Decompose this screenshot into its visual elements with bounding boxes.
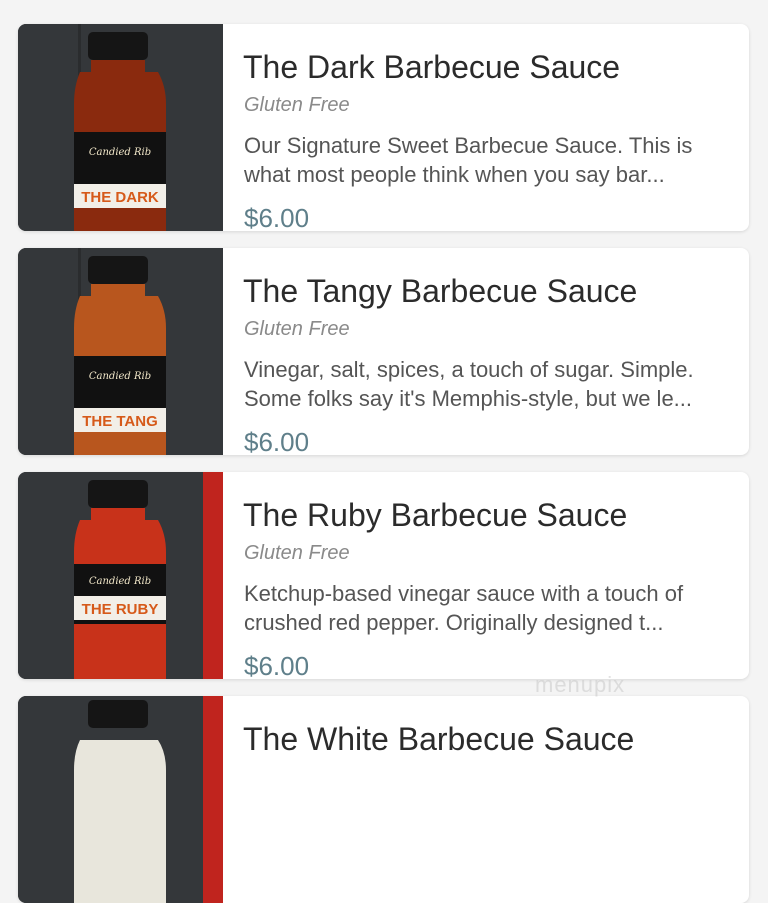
item-price: $6.00 bbox=[244, 427, 310, 455]
item-price: $6.00 bbox=[244, 651, 310, 679]
product-image: Candied Rib THE DARK bbox=[18, 24, 223, 231]
product-image: Candied Rib THE TANG bbox=[18, 248, 223, 455]
dietary-tag: Gluten Free bbox=[244, 318, 350, 340]
label-text: THE TANG bbox=[82, 413, 158, 430]
product-image bbox=[18, 696, 223, 903]
menu-item-card[interactable]: The White Barbecue Sauce bbox=[18, 696, 749, 903]
product-image: Candied Rib THE RUBY bbox=[18, 472, 223, 679]
brand-text: Candied Rib bbox=[89, 576, 151, 587]
menu-item-card[interactable]: Candied Rib THE RUBY The Ruby Barbecue S… bbox=[18, 472, 749, 679]
item-description: Our Signature Sweet Barbecue Sauce. This… bbox=[244, 133, 693, 187]
bottle-cap bbox=[88, 480, 148, 508]
item-description: Ketchup-based vinegar sauce with a touch… bbox=[244, 581, 684, 635]
label-text: THE RUBY bbox=[82, 601, 159, 618]
menu-item-card[interactable]: Candied Rib THE TANG The Tangy Barbecue … bbox=[18, 248, 749, 455]
item-description: Vinegar, salt, spices, a touch of sugar.… bbox=[244, 357, 694, 411]
item-title[interactable]: The Ruby Barbecue Sauce bbox=[243, 497, 627, 534]
bottle-cap bbox=[88, 256, 148, 284]
watermark: menupix bbox=[535, 672, 626, 697]
item-title[interactable]: The Tangy Barbecue Sauce bbox=[243, 273, 637, 310]
brand-text: Candied Rib bbox=[89, 371, 151, 382]
brand-text: Candied Rib bbox=[89, 147, 151, 158]
menu-item-card[interactable]: Candied Rib THE DARK The Dark Barbecue S… bbox=[18, 24, 749, 231]
bottle-cap bbox=[88, 32, 148, 60]
item-title[interactable]: The Dark Barbecue Sauce bbox=[243, 49, 620, 86]
item-price: $6.00 bbox=[244, 203, 310, 231]
bottle-cap bbox=[88, 700, 148, 728]
label-text: THE DARK bbox=[81, 189, 159, 206]
dietary-tag: Gluten Free bbox=[244, 94, 350, 116]
item-title[interactable]: The White Barbecue Sauce bbox=[243, 721, 634, 758]
bottle bbox=[74, 740, 166, 903]
dietary-tag: Gluten Free bbox=[244, 542, 350, 564]
